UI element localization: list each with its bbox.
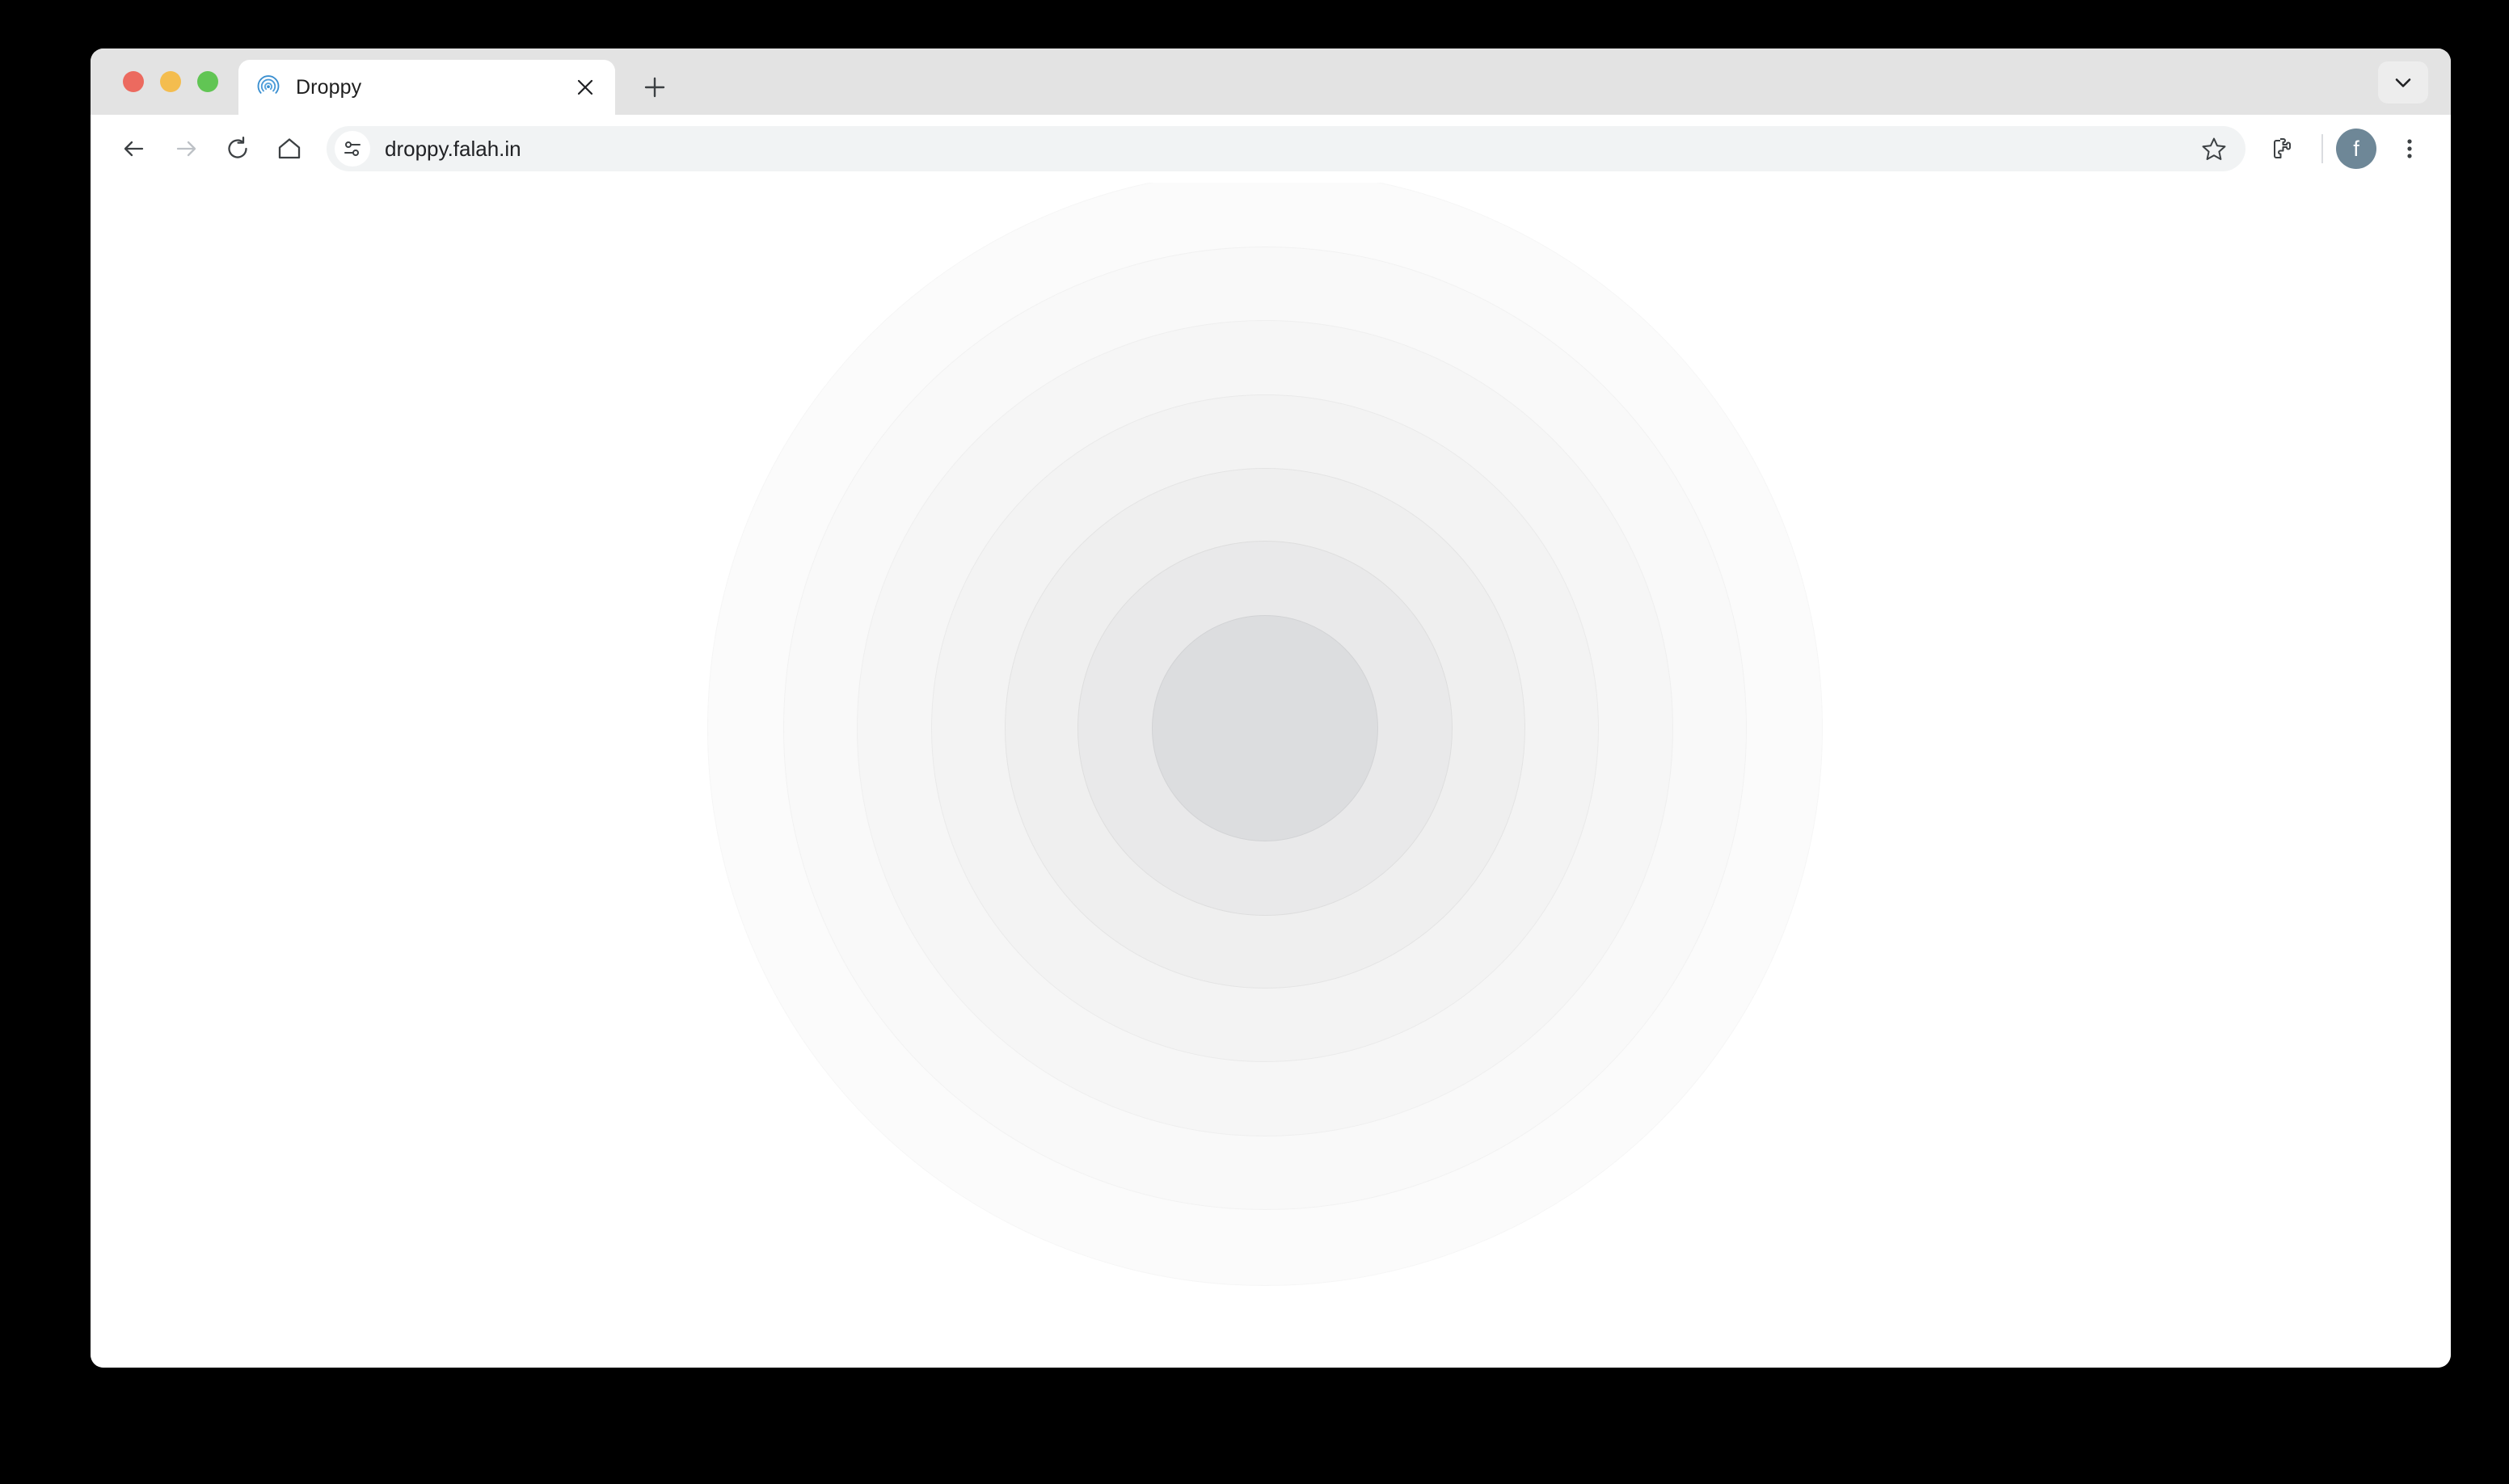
extensions-button[interactable]	[2258, 124, 2309, 174]
close-icon	[577, 79, 593, 95]
tune-icon	[344, 141, 361, 156]
window-maximize-button[interactable]	[197, 71, 218, 92]
address-bar[interactable]: droppy.falah.in	[327, 126, 2245, 171]
arrow-right-icon	[176, 141, 196, 157]
three-dots-vertical-icon	[2407, 139, 2412, 158]
puzzle-piece-icon	[2274, 138, 2291, 158]
site-settings-button[interactable]	[335, 131, 370, 167]
address-bar-url[interactable]: droppy.falah.in	[385, 137, 2194, 162]
window-minimize-button[interactable]	[160, 71, 181, 92]
profile-avatar[interactable]: f	[2336, 129, 2376, 169]
arrow-left-icon	[124, 141, 144, 157]
radar-ring-7	[1152, 615, 1378, 841]
window-traffic-lights	[123, 71, 218, 92]
browser-toolbar: droppy.falah.in f	[91, 115, 2451, 183]
profile-initial: f	[2353, 136, 2359, 161]
home-icon	[278, 138, 301, 159]
chevron-down-icon	[2395, 78, 2411, 87]
reload-button[interactable]	[212, 123, 264, 175]
bookmark-button[interactable]	[2194, 129, 2234, 169]
window-close-button[interactable]	[123, 71, 144, 92]
page-viewport: Ivory Badger Android - Chrome You are di…	[91, 183, 2451, 1368]
broadcast-radar-icon	[257, 75, 280, 94]
star-icon	[2202, 137, 2226, 160]
tab-strip: Droppy	[91, 48, 2451, 115]
new-tab-button[interactable]	[634, 66, 676, 108]
browser-menu-button[interactable]	[2386, 125, 2433, 172]
plus-icon	[644, 77, 665, 98]
tab-close-button[interactable]	[570, 72, 601, 103]
forward-button[interactable]	[160, 123, 212, 175]
tab-search-button[interactable]	[2378, 61, 2428, 103]
tab-title: Droppy	[296, 75, 362, 99]
tab-droppy[interactable]: Droppy	[238, 60, 615, 115]
home-button[interactable]	[264, 123, 315, 175]
back-button[interactable]	[108, 123, 160, 175]
reload-icon	[228, 137, 247, 158]
toolbar-divider	[2321, 134, 2323, 163]
browser-window: Droppy droppy.falah.in f	[91, 48, 2451, 1368]
